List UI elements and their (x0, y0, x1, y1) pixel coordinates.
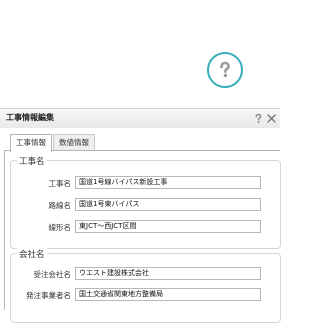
question-mark-icon (220, 61, 230, 78)
field-label-ordering-party: 発注事業者名 (26, 291, 71, 300)
question-mark-icon[interactable] (253, 113, 264, 124)
tab-numeric-info[interactable]: 数値情報 (53, 134, 95, 151)
field-label-alignment-name: 線形名 (48, 223, 72, 232)
tab-panel: 工事名 工事名 国道1号線バイパス新設工事 路線名 国道1号東バイパス 線形名 … (4, 150, 281, 323)
field-label-contractor: 受注会社名 (33, 270, 72, 279)
construction-heading: 工事名 (17, 155, 47, 167)
dialog-title: 工事情報編集 (6, 113, 54, 122)
tab-bar: 工事情報 数値情報 (10, 134, 96, 152)
company-heading: 会社名 (17, 248, 47, 260)
ordering-party-input[interactable]: 国土交通省関東地方整備局 (75, 288, 261, 301)
dialog-title-bar: 工事情報編集 (0, 108, 280, 128)
construction-name-input[interactable]: 国道1号線バイパス新設工事 (75, 176, 261, 189)
field-label-route-name: 路線名 (48, 201, 72, 210)
help-button[interactable] (207, 52, 243, 88)
contractor-input[interactable]: ウエスト建設株式会社 (75, 267, 261, 280)
alignment-name-input[interactable]: 東JCT～西JCT区間 (75, 220, 261, 233)
close-icon[interactable] (267, 114, 276, 123)
route-name-input[interactable]: 国道1号東バイパス (75, 198, 261, 211)
field-label-construction-name: 工事名 (48, 179, 72, 188)
tab-construction-info[interactable]: 工事情報 (10, 134, 52, 152)
